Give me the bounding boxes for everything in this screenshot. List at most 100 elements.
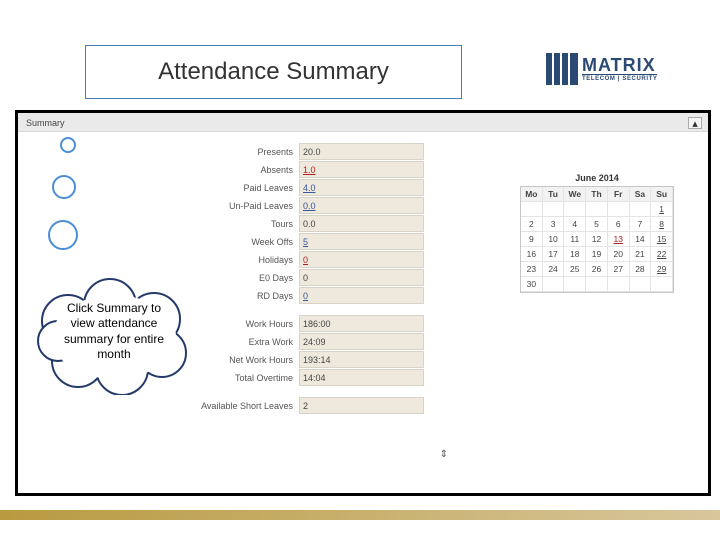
calendar-day-cell[interactable]: 17 <box>543 247 565 262</box>
page-title-box: Attendance Summary <box>85 45 462 99</box>
calendar-header-cell: Su <box>651 187 673 202</box>
calendar-day-cell[interactable]: 30 <box>521 277 543 292</box>
guide-dot-medium-icon <box>52 175 76 199</box>
logo-sub-text: TELECOM | SECURITY <box>582 74 657 82</box>
summary-row-value: 24:09 <box>299 333 424 350</box>
calendar-day-cell[interactable]: 6 <box>608 217 630 232</box>
calendar-day-cell[interactable]: 7 <box>630 217 652 232</box>
summary-row: Available Short Leaves2 <box>188 397 438 414</box>
calendar-day-cell[interactable]: 19 <box>586 247 608 262</box>
calendar-day-cell <box>521 202 543 217</box>
summary-row-value[interactable]: 5 <box>299 233 424 250</box>
calendar-day-cell <box>608 277 630 292</box>
summary-row: Tours0.0 <box>188 215 438 232</box>
summary-row-value: 0.0 <box>299 215 424 232</box>
calendar-day-cell[interactable]: 13 <box>608 232 630 247</box>
summary-row-label: Paid Leaves <box>188 183 299 193</box>
calendar-day-cell[interactable]: 2 <box>521 217 543 232</box>
calendar-header-cell: Th <box>586 187 608 202</box>
summary-row-label: Total Overtime <box>188 373 299 383</box>
resize-handle-icon[interactable]: ⇕ <box>440 449 448 460</box>
summary-row: Holidays0 <box>188 251 438 268</box>
calendar-day-cell[interactable]: 28 <box>630 262 652 277</box>
callout-text: Click Summary to view attendance summary… <box>54 301 174 362</box>
summary-row-label: Net Work Hours <box>188 355 299 365</box>
summary-row-value: 2 <box>299 397 424 414</box>
summary-row-value[interactable]: 4.0 <box>299 179 424 196</box>
tab-strip: Summary ▴ <box>18 113 708 132</box>
summary-row-value: 14:04 <box>299 369 424 386</box>
calendar-day-cell[interactable]: 20 <box>608 247 630 262</box>
summary-row: Presents20.0 <box>188 143 438 160</box>
summary-row-label: Available Short Leaves <box>188 401 299 411</box>
summary-row: Work Hours186:00 <box>188 315 438 332</box>
summary-row-value: 186:00 <box>299 315 424 332</box>
calendar-day-cell[interactable]: 18 <box>564 247 586 262</box>
calendar-day-cell[interactable]: 11 <box>564 232 586 247</box>
calendar-day-cell[interactable]: 14 <box>630 232 652 247</box>
calendar-day-cell[interactable]: 8 <box>651 217 673 232</box>
calendar-day-cell[interactable]: 29 <box>651 262 673 277</box>
calendar-day-cell[interactable]: 16 <box>521 247 543 262</box>
logo-bars-icon <box>546 53 578 85</box>
tab-summary[interactable]: Summary <box>20 116 71 130</box>
calendar-day-cell[interactable]: 1 <box>651 202 673 217</box>
calendar-day-cell <box>630 277 652 292</box>
calendar-day-cell <box>543 277 565 292</box>
summary-row-value[interactable]: 0 <box>299 287 424 304</box>
calendar-day-cell[interactable]: 15 <box>651 232 673 247</box>
calendar-day-cell[interactable]: 24 <box>543 262 565 277</box>
calendar-day-cell <box>564 202 586 217</box>
calendar-day-cell <box>586 277 608 292</box>
calendar-day-cell[interactable]: 12 <box>586 232 608 247</box>
calendar-day-cell[interactable]: 26 <box>586 262 608 277</box>
summary-row-label: Presents <box>188 147 299 157</box>
summary-row-value: 1.0 <box>299 161 424 178</box>
summary-row-label: Tours <box>188 219 299 229</box>
summary-row-value: 20.0 <box>299 143 424 160</box>
summary-row-label: Holidays <box>188 255 299 265</box>
page-title: Attendance Summary <box>158 58 389 86</box>
logo-main-text: MATRIX <box>582 56 657 74</box>
calendar-day-cell[interactable]: 23 <box>521 262 543 277</box>
calendar-day-cell <box>564 277 586 292</box>
summary-row-value[interactable]: 0.0 <box>299 197 424 214</box>
summary-row: E0 Days0 <box>188 269 438 286</box>
summary-row-value: 0 <box>299 269 424 286</box>
calendar-day-cell[interactable]: 27 <box>608 262 630 277</box>
summary-row: Absents1.0 <box>188 161 438 178</box>
summary-row: Net Work Hours193:14 <box>188 351 438 368</box>
calendar-day-cell[interactable]: 9 <box>521 232 543 247</box>
calendar-title: June 2014 <box>520 173 674 186</box>
calendar-day-cell[interactable]: 10 <box>543 232 565 247</box>
summary-row-value: 193:14 <box>299 351 424 368</box>
chevron-up-icon: ▴ <box>692 117 698 130</box>
calendar-day-cell <box>586 202 608 217</box>
summary-row-label: Absents <box>188 165 299 175</box>
calendar-day-cell[interactable]: 21 <box>630 247 652 262</box>
calendar-header-cell: Fr <box>608 187 630 202</box>
footer-decoration <box>0 510 720 520</box>
calendar-header-cell: Tu <box>543 187 565 202</box>
calendar-day-cell[interactable]: 5 <box>586 217 608 232</box>
callout-cloud: Click Summary to view attendance summary… <box>30 275 200 395</box>
collapse-button[interactable]: ▴ <box>688 117 702 129</box>
summary-row: Week Offs5 <box>188 233 438 250</box>
summary-rows: Presents20.0Absents1.0Paid Leaves4.0Un-P… <box>188 143 438 415</box>
calendar[interactable]: June 2014 MoTuWeThFrSaSu1234567891011121… <box>520 173 674 293</box>
calendar-day-cell[interactable]: 22 <box>651 247 673 262</box>
calendar-day-cell <box>543 202 565 217</box>
calendar-header-cell: We <box>564 187 586 202</box>
summary-row: RD Days0 <box>188 287 438 304</box>
summary-row: Extra Work24:09 <box>188 333 438 350</box>
summary-row: Paid Leaves4.0 <box>188 179 438 196</box>
calendar-day-cell[interactable]: 4 <box>564 217 586 232</box>
summary-row-label: Work Hours <box>188 319 299 329</box>
guide-dot-small-icon <box>60 137 76 153</box>
calendar-day-cell <box>608 202 630 217</box>
calendar-day-cell[interactable]: 25 <box>564 262 586 277</box>
calendar-day-cell[interactable]: 3 <box>543 217 565 232</box>
summary-row-label: Un-Paid Leaves <box>188 201 299 211</box>
calendar-header-cell: Sa <box>630 187 652 202</box>
summary-row-label: E0 Days <box>188 273 299 283</box>
